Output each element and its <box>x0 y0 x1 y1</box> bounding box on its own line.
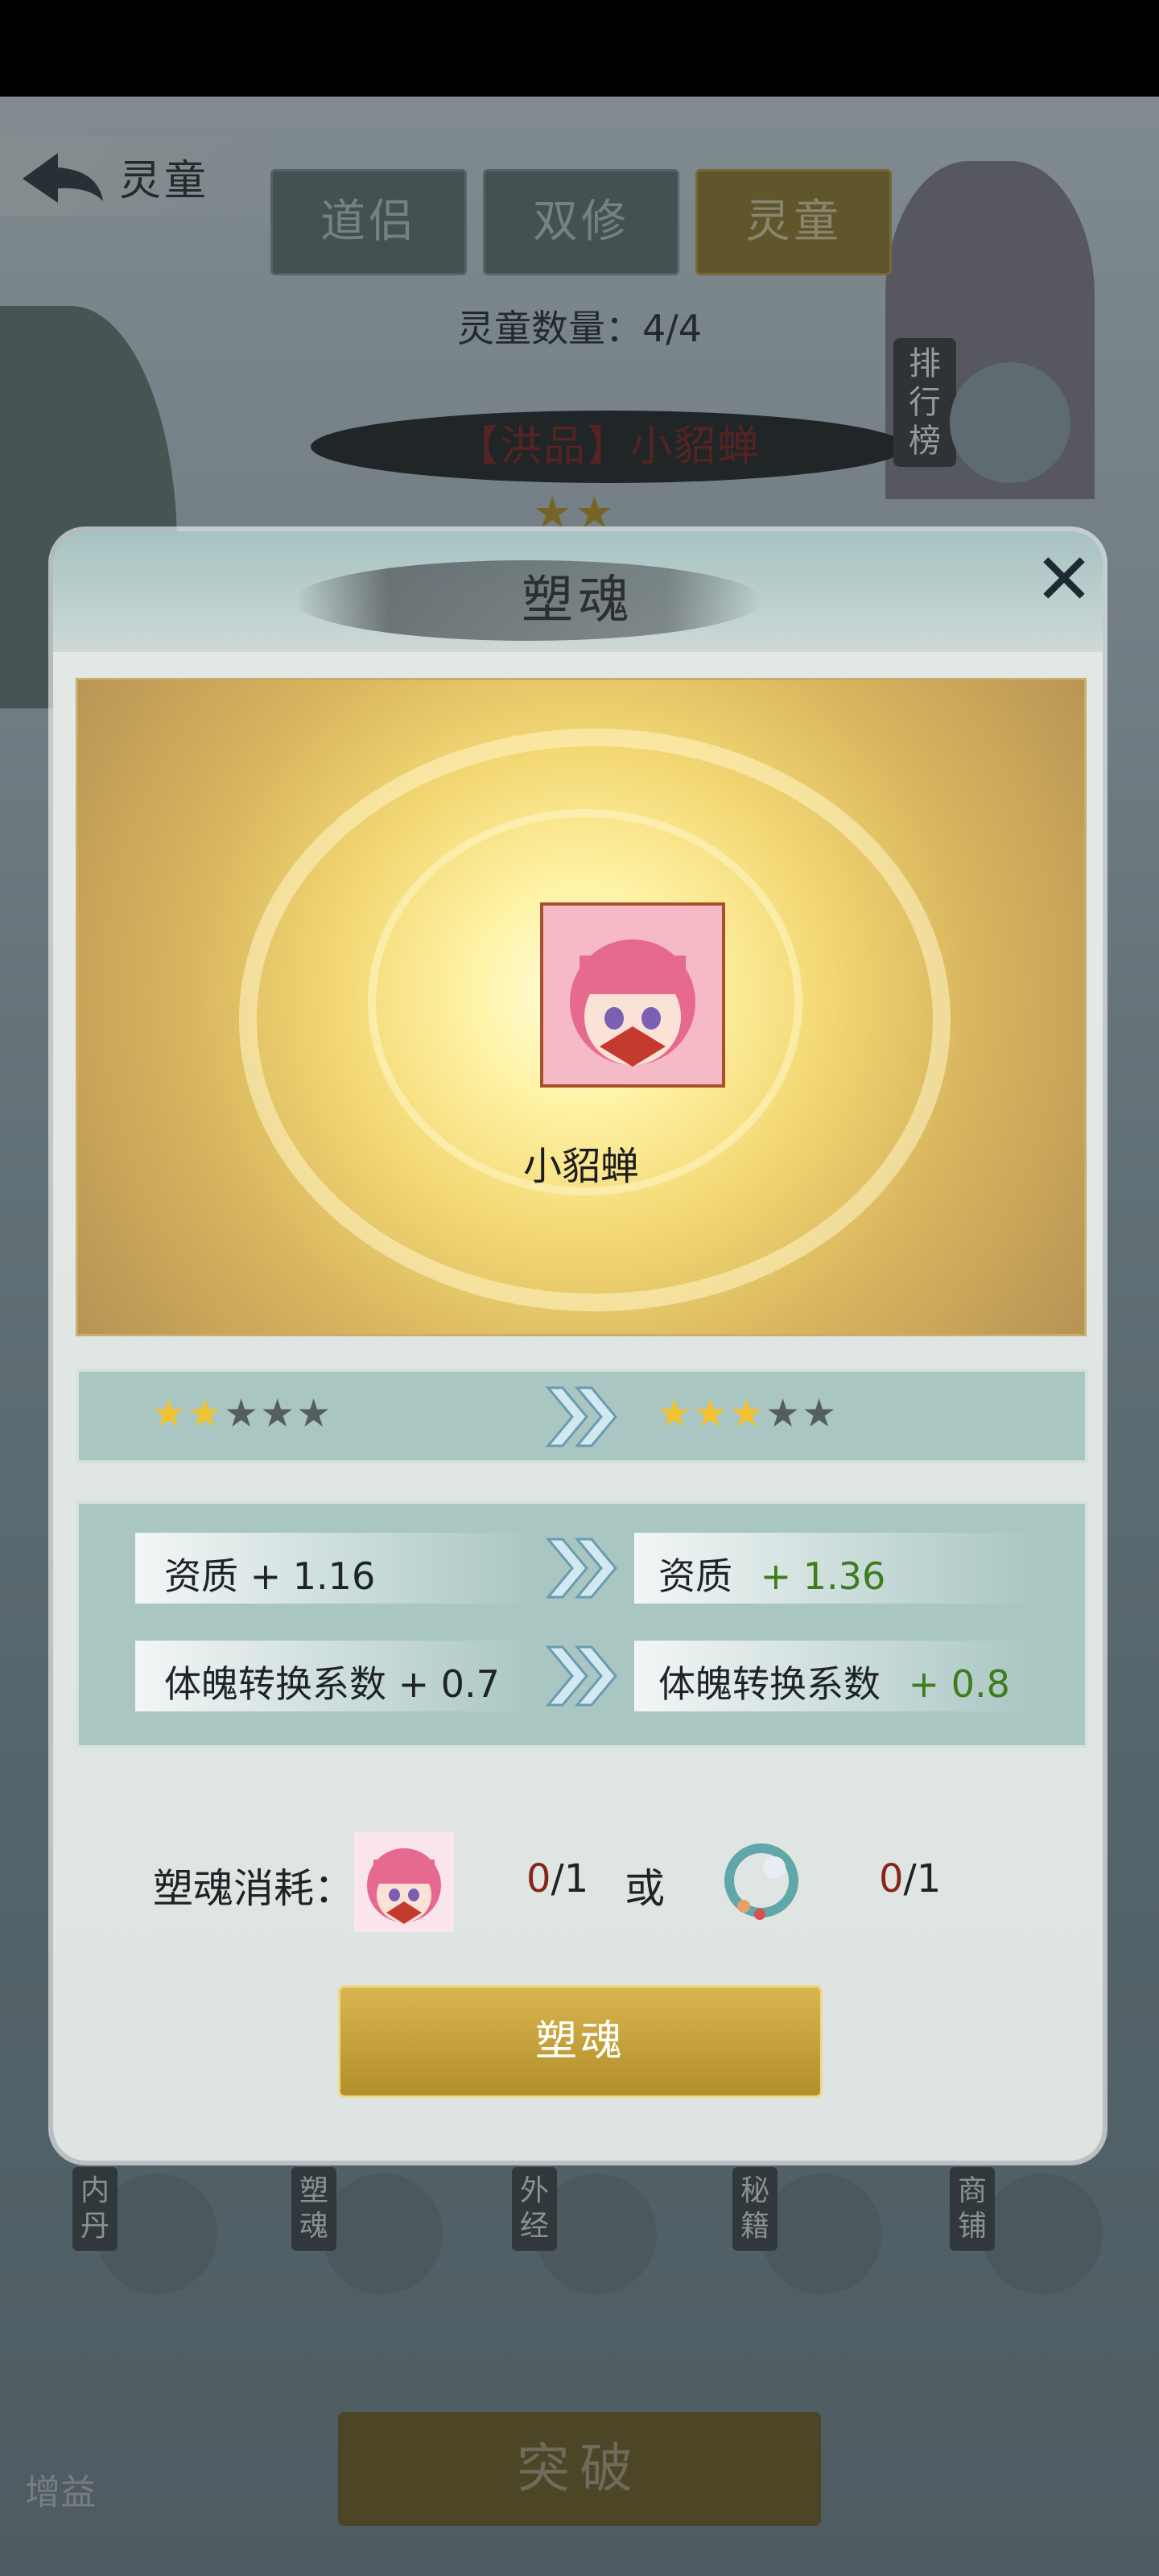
character-portrait <box>540 902 725 1088</box>
cost-item1-need: /1 <box>551 1856 589 1901</box>
dialog-header: 塑魂 ✕ <box>53 531 1103 652</box>
stat-zizhi-current: 资质 + 1.16 <box>164 1554 376 1598</box>
stat-upgrade-panel: 资质 + 1.16 资质 + 1.36 体魄转换系数 + 0.7 体魄转换系数 … <box>76 1501 1088 1748</box>
character-showcase: 小貂蝉 <box>76 678 1087 1336</box>
stat-tipo-current: 体魄转换系数 + 0.7 <box>164 1662 500 1706</box>
jade-pendant-item[interactable] <box>711 1832 811 1932</box>
stars-before: ★★★★★ <box>151 1391 333 1436</box>
stars-after: ★★★★★ <box>657 1391 839 1436</box>
character-shard-item[interactable] <box>354 1832 454 1932</box>
character-name: 小貂蝉 <box>522 1144 639 1189</box>
cost-item2-need: /1 <box>903 1856 942 1901</box>
suhun-dialog: 塑魂 ✕ 小貂蝉 ★★★★★ ★★★★★ 资质 + 1.16 资质 + 1.36… <box>53 531 1103 2161</box>
close-icon[interactable]: ✕ <box>1032 544 1096 615</box>
or-label: 或 <box>625 1865 665 1912</box>
arrow-right-icon <box>545 1386 617 1447</box>
stat-zizhi-next-value: + 1.36 <box>760 1554 886 1598</box>
status-bar <box>0 0 1159 97</box>
stat-tipo-next-value: + 0.8 <box>908 1662 1010 1706</box>
stat-zizhi-next-label: 资质 <box>658 1554 732 1598</box>
star-upgrade-panel: ★★★★★ ★★★★★ <box>76 1368 1088 1463</box>
cost-label: 塑魂消耗： <box>153 1865 354 1912</box>
cost-item1-have: 0 <box>526 1856 551 1901</box>
stat-tipo-next-label: 体魄转换系数 <box>658 1662 881 1706</box>
cost-item2-have: 0 <box>879 1856 904 1901</box>
arrow-right-icon <box>545 1538 617 1599</box>
suhun-button[interactable]: 塑魂 <box>338 1985 823 2098</box>
dialog-title: 塑魂 <box>522 571 634 630</box>
arrow-right-icon <box>545 1645 617 1707</box>
